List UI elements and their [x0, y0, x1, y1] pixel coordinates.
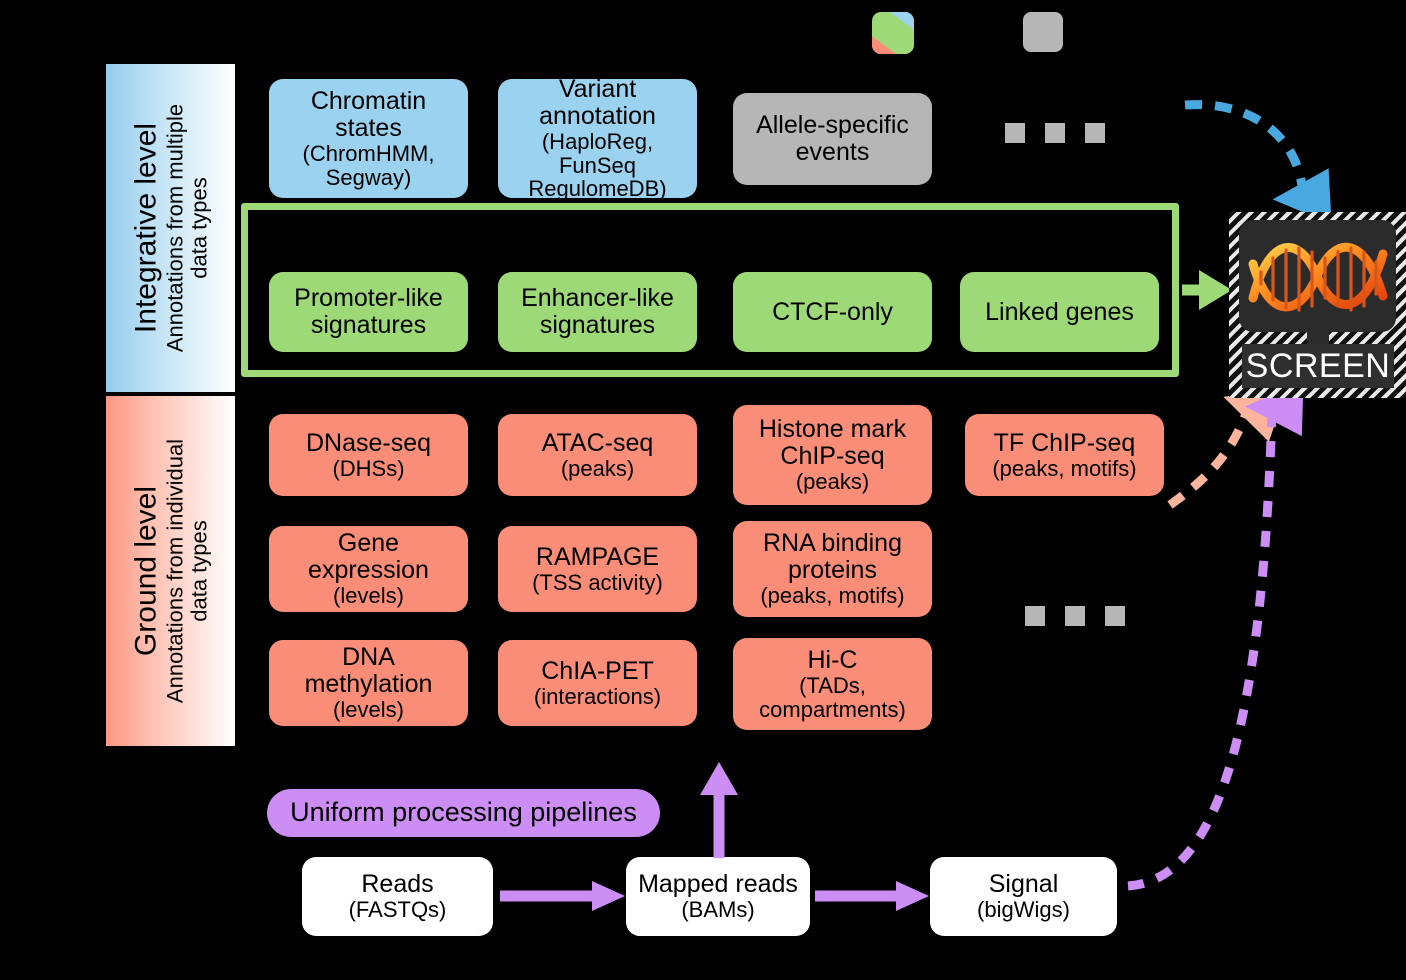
- screen-monitor-icon: [1239, 220, 1396, 332]
- level-bar-ground-subtitle-1: Annotations from individual: [161, 438, 187, 704]
- node-variant-annotation-subline-1: (HaploReg, FunSeq: [541, 128, 654, 178]
- node-gene-expression[interactable]: Gene expression (levels): [269, 526, 468, 612]
- node-enhancer-like-signatures-line-1: Enhancer-like: [521, 284, 674, 312]
- level-bar-ground: Ground level Annotations from individual…: [104, 394, 237, 748]
- level-bar-integrative-subtitle-2: data types: [186, 177, 212, 279]
- node-chromatin-states[interactable]: Chromatin states (ChromHMM, Segway): [269, 79, 468, 198]
- node-signal-subline-1: (bigWigs): [977, 897, 1070, 923]
- node-allele-specific-events[interactable]: Allele-specific events: [733, 93, 932, 185]
- screen-monitor-stand: [1307, 330, 1329, 344]
- level-bar-ground-subtitle-2: data types: [186, 520, 212, 622]
- node-hi-c-subline-1: (TADs,: [799, 672, 866, 698]
- node-signal-line-1: Signal: [988, 870, 1059, 899]
- arrow-integrative-to-screen: [1184, 100, 1332, 225]
- node-chromatin-states-subline-1: (ChromHMM,: [302, 140, 435, 166]
- pipeline-label-text: Uniform processing pipelines: [290, 797, 637, 828]
- node-allele-specific-events-line-2: events: [795, 138, 870, 166]
- node-mapped-reads-line-1: Mapped reads: [638, 870, 798, 899]
- node-dnase-seq[interactable]: DNase-seq (DHSs): [269, 414, 468, 496]
- screen-logo[interactable]: SCREEN: [1229, 212, 1406, 398]
- arrow-reads-to-mapped: [500, 881, 625, 911]
- node-variant-annotation[interactable]: Variant annotation (HaploReg, FunSeq Regulo…: [498, 74, 697, 202]
- node-dna-methylation[interactable]: DNA methylation (levels): [269, 640, 468, 726]
- level-bar-integrative-subtitle-1: Annotations from multiple: [161, 103, 187, 353]
- node-dna-methylation-line-2: methylation: [304, 670, 433, 699]
- node-rna-binding-proteins-line-1: RNA binding: [763, 529, 902, 558]
- node-enhancer-like-signatures[interactable]: Enhancer-like signatures: [498, 272, 697, 352]
- node-variant-annotation-line-2: annotation: [539, 101, 656, 130]
- node-dna-methylation-line-1: DNA: [342, 643, 395, 672]
- node-hi-c-line-1: Hi-C: [807, 645, 858, 674]
- node-tf-chip-seq-subline-1: (peaks, motifs): [992, 455, 1137, 481]
- ellipsis-ground: [1025, 606, 1125, 626]
- node-rna-binding-proteins[interactable]: RNA binding proteins (peaks, motifs): [733, 521, 932, 617]
- node-ctcf-only[interactable]: CTCF-only: [733, 272, 932, 352]
- ellipsis-dot: [1045, 123, 1065, 143]
- ellipsis-dot: [1065, 606, 1085, 626]
- node-gene-expression-subline-1: (levels): [333, 583, 404, 609]
- node-ctcf-only-line-1: CTCF-only: [772, 297, 893, 326]
- node-linked-genes[interactable]: Linked genes: [960, 272, 1159, 352]
- node-rna-binding-proteins-subline-1: (peaks, motifs): [760, 583, 905, 609]
- node-gene-expression-line-2: expression: [308, 556, 429, 585]
- level-bar-ground-title: Ground level: [129, 485, 163, 657]
- node-chia-pet-subline-1: (interactions): [533, 683, 662, 709]
- node-rampage-line-1: RAMPAGE: [535, 542, 660, 571]
- node-reads-line-1: Reads: [361, 870, 434, 899]
- node-dnase-seq-line-1: DNase-seq: [305, 428, 432, 457]
- legend-gray-icon: [1023, 12, 1063, 52]
- node-dnase-seq-subline-1: (DHSs): [332, 455, 405, 481]
- node-promoter-like-signatures-line-2: signatures: [310, 311, 427, 339]
- node-chromatin-states-line-1: Chromatin: [310, 86, 427, 115]
- ellipsis-dot: [1025, 606, 1045, 626]
- ellipsis-integrative: [1005, 123, 1105, 143]
- node-atac-seq-line-1: ATAC-seq: [541, 428, 654, 457]
- level-bar-integrative: Integrative level Annotations from multi…: [104, 62, 237, 394]
- node-gene-expression-line-1: Gene: [337, 529, 400, 558]
- node-enhancer-like-signatures-line-2: signatures: [539, 311, 656, 339]
- level-bar-integrative-title: Integrative level: [129, 122, 163, 334]
- node-atac-seq[interactable]: ATAC-seq (peaks): [498, 414, 697, 496]
- node-allele-specific-events-line-1: Allele-specific: [756, 111, 909, 139]
- node-rampage-subline-1: (TSS activity): [532, 569, 663, 595]
- node-chromatin-states-line-2: states: [335, 113, 402, 142]
- node-chia-pet[interactable]: ChIA-PET (interactions): [498, 640, 697, 726]
- node-chromatin-states-subline-2: Segway): [325, 164, 412, 190]
- node-promoter-like-signatures[interactable]: Promoter-like signatures: [269, 272, 468, 352]
- node-histone-mark-chip-seq-line-2: ChIP-seq: [780, 442, 885, 471]
- node-hi-c-subline-2: compartments): [759, 696, 906, 722]
- arrow-ground-to-screen: [1167, 388, 1287, 509]
- node-chia-pet-line-1: ChIA-PET: [541, 656, 654, 685]
- screen-label: SCREEN: [1242, 344, 1394, 388]
- node-linked-genes-line-1: Linked genes: [985, 297, 1134, 326]
- node-histone-mark-chip-seq-subline-1: (peaks): [795, 469, 870, 495]
- node-signal[interactable]: Signal (bigWigs): [930, 857, 1117, 936]
- node-dna-methylation-subline-1: (levels): [333, 697, 404, 723]
- ellipsis-dot: [1005, 123, 1025, 143]
- ellipsis-dot: [1085, 123, 1105, 143]
- uniform-processing-pipelines-label: Uniform processing pipelines: [267, 789, 660, 837]
- node-histone-mark-chip-seq[interactable]: Histone mark ChIP-seq (peaks): [733, 405, 932, 505]
- node-mapped-reads[interactable]: Mapped reads (BAMs): [626, 857, 810, 936]
- ellipsis-dot: [1105, 606, 1125, 626]
- node-mapped-reads-subline-1: (BAMs): [681, 897, 755, 923]
- arrow-registry-to-screen: [1182, 270, 1232, 310]
- node-atac-seq-subline-1: (peaks): [560, 455, 635, 481]
- figure-canvas: Integrative level Annotations from multi…: [0, 0, 1406, 980]
- legend-tricolor-icon: [872, 12, 914, 54]
- node-histone-mark-chip-seq-line-1: Histone mark: [758, 415, 907, 444]
- node-tf-chip-seq-line-1: TF ChIP-seq: [993, 428, 1136, 457]
- node-reads-subline-1: (FASTQs): [348, 897, 447, 923]
- node-variant-annotation-line-1: Variant: [558, 74, 637, 103]
- arrow-mapped-to-signal: [815, 881, 929, 911]
- node-hi-c[interactable]: Hi-C (TADs, compartments): [733, 638, 932, 730]
- node-tf-chip-seq[interactable]: TF ChIP-seq (peaks, motifs): [965, 414, 1164, 496]
- node-variant-annotation-subline-2: RegulomeDB): [528, 176, 667, 202]
- node-rampage[interactable]: RAMPAGE (TSS activity): [498, 526, 697, 612]
- node-reads[interactable]: Reads (FASTQs): [302, 857, 493, 936]
- node-rna-binding-proteins-line-2: proteins: [788, 556, 877, 585]
- arrow-mapped-reads-up: [700, 762, 738, 858]
- node-promoter-like-signatures-line-1: Promoter-like: [294, 284, 443, 312]
